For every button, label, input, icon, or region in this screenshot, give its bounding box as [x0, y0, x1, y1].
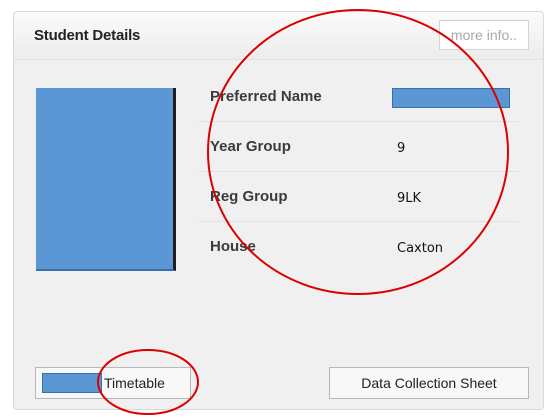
reg-group-value: 9LK	[397, 191, 422, 206]
reg-group-label: Reg Group	[210, 188, 288, 205]
details-row-year-group: Year Group 9	[198, 121, 518, 171]
student-details-panel: Student Details more info.. Preferred Na…	[13, 11, 544, 410]
panel-title: Student Details	[34, 27, 141, 44]
panel-header: Student Details more info..	[14, 12, 543, 60]
house-value: Caxton	[397, 241, 444, 256]
details-row-house: House Caxton	[198, 221, 518, 271]
student-photo	[36, 88, 176, 271]
details-row-reg-group: Reg Group 9LK	[198, 171, 518, 221]
details-table: Preferred Name Year Group 9 Reg Group 9L…	[198, 72, 518, 271]
year-group-value: 9	[397, 141, 406, 156]
year-group-label: Year Group	[210, 138, 291, 155]
details-row-preferred-name: Preferred Name	[198, 72, 518, 121]
timetable-label: Timetable	[104, 375, 165, 391]
more-info-button[interactable]: more info..	[439, 20, 529, 50]
preferred-name-redacted-value	[392, 88, 510, 108]
timetable-button[interactable]: Timetable	[35, 367, 191, 399]
preferred-name-label: Preferred Name	[210, 88, 322, 105]
data-collection-sheet-button[interactable]: Data Collection Sheet	[329, 367, 529, 399]
timetable-redacted-swatch	[42, 373, 102, 393]
house-label: House	[210, 238, 256, 255]
